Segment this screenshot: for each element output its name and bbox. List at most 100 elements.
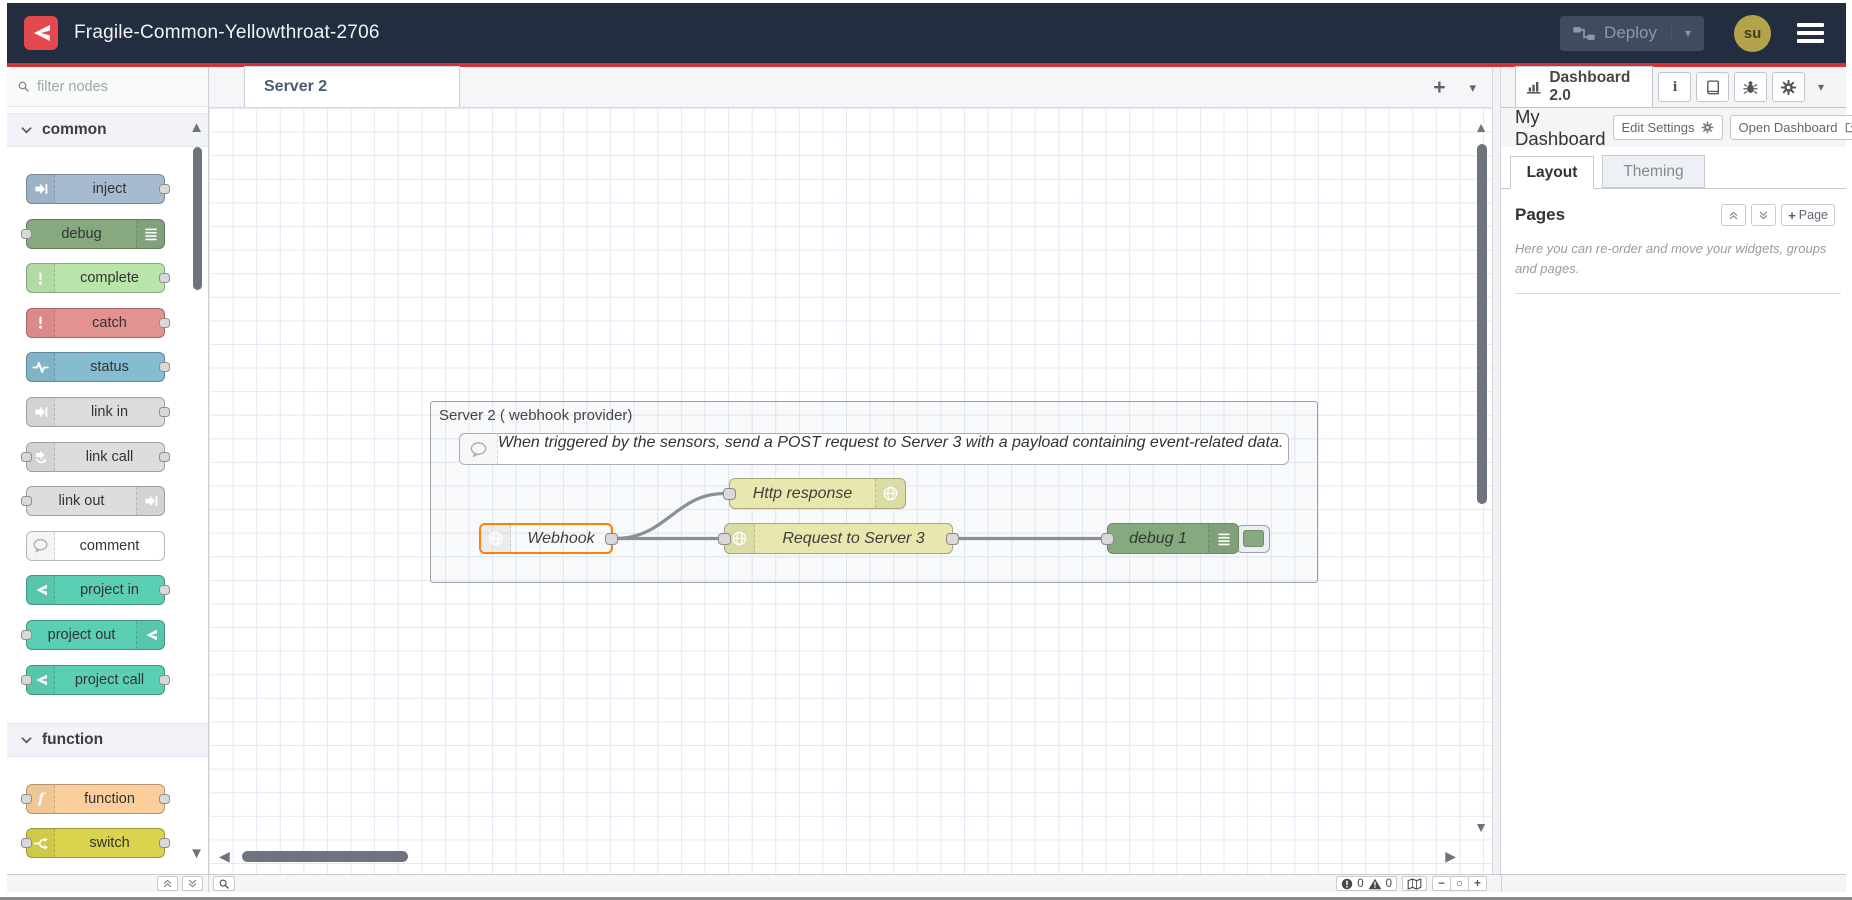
palette-scroll-down-arrow[interactable]: ▼ — [189, 845, 204, 862]
output-port — [159, 362, 170, 372]
search-icon — [17, 80, 30, 93]
main-menu-button[interactable] — [1797, 23, 1824, 43]
move-page-up-button[interactable] — [1721, 204, 1746, 226]
deploy-options-caret[interactable]: ▾ — [1671, 26, 1704, 40]
exclamation-icon — [27, 264, 55, 292]
canvas-horizontal-scrollbar-thumb[interactable] — [242, 851, 408, 862]
sidebar-tabbar: Dashboard 2.0 i ▾ — [1501, 67, 1846, 108]
input-port[interactable] — [718, 533, 731, 545]
logo-icon — [29, 21, 53, 45]
input-port[interactable] — [723, 488, 736, 500]
palette-node-link-in[interactable]: link in — [26, 397, 165, 427]
palette-node-complete[interactable]: complete — [26, 263, 165, 293]
palette-node-comment[interactable]: comment — [26, 531, 165, 561]
search-icon — [218, 878, 230, 890]
node-red-logo — [24, 16, 58, 50]
palette-category-common[interactable]: common — [7, 113, 208, 147]
palette-node-project-call[interactable]: project call — [26, 665, 165, 695]
output-port — [159, 675, 170, 685]
node-debug-1[interactable]: debug 1 — [1107, 523, 1239, 554]
gear-icon — [1780, 79, 1797, 96]
input-port — [21, 452, 32, 462]
add-page-button[interactable]: + Page — [1781, 204, 1835, 226]
node-palette: common inject debug complete — [7, 67, 209, 874]
palette-node-catch[interactable]: catch — [26, 308, 165, 338]
exclamation-icon — [27, 309, 55, 337]
deploy-icon — [1560, 25, 1604, 42]
sidebar-tab-dashboard[interactable]: Dashboard 2.0 — [1515, 66, 1653, 107]
palette-collapse-all-button[interactable] — [157, 876, 178, 891]
palette-filter-input[interactable] — [37, 79, 162, 95]
user-avatar[interactable]: su — [1734, 15, 1771, 52]
input-port[interactable] — [1101, 533, 1114, 545]
pages-heading: Pages — [1515, 205, 1716, 225]
sidebar-tab-help[interactable] — [1696, 72, 1729, 102]
zoom-in-button[interactable]: + — [1468, 876, 1487, 891]
palette-node-inject[interactable]: inject — [26, 174, 165, 204]
sidebar-resize-handle[interactable] — [1492, 67, 1501, 874]
palette-node-link-call[interactable]: link call — [26, 442, 165, 472]
workspace-tab-server-2[interactable]: Server 2 — [244, 66, 460, 107]
flow-list-caret[interactable]: ▾ — [1469, 80, 1476, 96]
workspace-tabbar: Server 2 + ▾ — [209, 67, 1492, 108]
comment-node[interactable]: When triggered by the sensors, send a PO… — [459, 433, 1289, 465]
sidebar-tab-config[interactable] — [1772, 72, 1805, 102]
sidebar-tab-info[interactable]: i — [1658, 72, 1691, 102]
right-sidebar: Dashboard 2.0 i ▾ My Dashboard — [1501, 67, 1846, 874]
zoom-reset-button[interactable]: ○ — [1450, 876, 1469, 891]
add-flow-button[interactable]: + — [1433, 77, 1445, 98]
palette-scroll-up-arrow[interactable]: ▲ — [189, 119, 204, 136]
palette-node-switch[interactable]: switch — [26, 828, 165, 858]
palette-search[interactable] — [7, 67, 208, 107]
node-request-to-server-3[interactable]: Request to Server 3 — [724, 523, 953, 554]
comment-text: When triggered by the sensors, send a PO… — [498, 434, 1283, 464]
output-port — [159, 184, 170, 194]
canvas-scroll-up-arrow[interactable]: ▲ — [1474, 120, 1488, 134]
palette-node-project-out[interactable]: project out — [26, 620, 165, 650]
palette-node-function[interactable]: f function — [26, 784, 165, 814]
navigator-toggle-button[interactable] — [1402, 876, 1427, 891]
edit-settings-button[interactable]: Edit Settings — [1613, 115, 1723, 140]
zoom-out-button[interactable]: − — [1432, 876, 1451, 891]
canvas-vertical-scrollbar-thumb[interactable] — [1477, 144, 1487, 504]
debug-list-icon — [1208, 524, 1238, 553]
output-port[interactable] — [946, 533, 959, 545]
node-http-response[interactable]: Http response — [729, 478, 906, 509]
debug-toggle-button[interactable] — [1236, 525, 1270, 553]
canvas-scroll-left-arrow[interactable]: ◀ — [219, 849, 230, 863]
globe-icon — [481, 525, 511, 552]
wire-webhook-to-http-response[interactable] — [615, 494, 725, 539]
tab-theming[interactable]: Theming — [1602, 155, 1705, 188]
canvas-search-button[interactable] — [213, 876, 235, 891]
comment-bubble-icon — [27, 532, 55, 560]
move-page-down-button[interactable] — [1751, 204, 1776, 226]
palette-scrollbar-thumb[interactable] — [193, 147, 202, 290]
output-port — [159, 585, 170, 595]
canvas-scroll-right-arrow[interactable]: ▶ — [1445, 849, 1456, 863]
node-webhook[interactable]: Webhook — [479, 523, 613, 554]
debug-list-icon — [136, 220, 164, 248]
zoom-controls: − ○ + — [1432, 876, 1487, 891]
chevron-down-icon — [21, 126, 32, 134]
palette-node-debug[interactable]: debug — [26, 219, 165, 249]
tab-layout[interactable]: Layout — [1510, 156, 1594, 189]
open-dashboard-button[interactable]: Open Dashboard — [1730, 115, 1852, 140]
pages-section-header: Pages + Page — [1501, 189, 1846, 226]
palette-expand-all-button[interactable] — [182, 876, 203, 891]
palette-node-link-out[interactable]: link out — [26, 486, 165, 516]
header: Fragile-Common-Yellowthroat-2706 Deploy … — [7, 3, 1846, 63]
footer: 0 0 − ○ + — [7, 874, 1846, 892]
output-port[interactable] — [605, 533, 618, 545]
deploy-label: Deploy — [1604, 23, 1671, 43]
sidebar-tabs-caret[interactable]: ▾ — [1818, 80, 1824, 94]
flow-canvas[interactable]: Server 2 ( webhook provider) When trigge… — [209, 108, 1492, 874]
palette-category-function[interactable]: function — [7, 723, 208, 757]
project-icon — [136, 621, 164, 649]
svg-text:f: f — [37, 791, 46, 807]
notifications-counter[interactable]: 0 0 — [1336, 876, 1397, 891]
palette-node-project-in[interactable]: project in — [26, 575, 165, 605]
deploy-button[interactable]: Deploy ▾ — [1560, 16, 1704, 51]
palette-node-status[interactable]: status — [26, 352, 165, 382]
canvas-scroll-down-arrow[interactable]: ▼ — [1474, 820, 1488, 834]
sidebar-tab-debug[interactable] — [1734, 72, 1767, 102]
